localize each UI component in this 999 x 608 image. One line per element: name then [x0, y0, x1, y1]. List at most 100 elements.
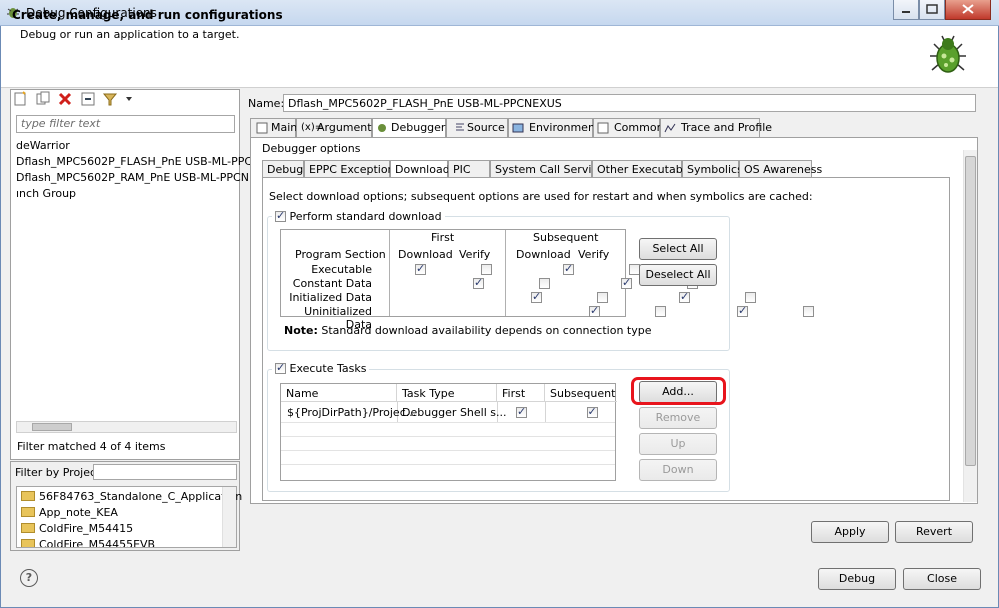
folder-icon	[21, 523, 35, 533]
row-divider	[281, 422, 615, 423]
apply-button[interactable]: Apply	[811, 521, 889, 543]
header-title: Create, manage, and run configurations	[12, 8, 283, 22]
minimize-button[interactable]	[893, 0, 919, 20]
environment-tab-icon	[512, 123, 524, 133]
debugger-tab-icon	[378, 124, 386, 132]
column-divider	[505, 230, 506, 316]
debugger-options-label: Debugger options	[262, 142, 361, 155]
subtab-os-awareness[interactable]: OS Awareness	[739, 160, 822, 178]
execute-tasks-checkbox[interactable]: Execute Tasks	[272, 361, 370, 375]
left-toolbar	[12, 91, 136, 109]
new-launch-config-icon[interactable]	[12, 91, 28, 107]
col-first-verify: Verify	[459, 248, 491, 261]
scrollbar-thumb[interactable]	[32, 423, 72, 431]
header-subtitle: Debug or run an application to a target.	[20, 28, 240, 41]
task-name-cell[interactable]: ${ProjDirPath}/Projec...	[287, 406, 416, 419]
trace-tab-icon	[664, 123, 676, 133]
section-constant-data: Constant Data	[292, 277, 372, 290]
filter-by-project-input[interactable]	[93, 464, 237, 480]
section-executable: Executable	[311, 263, 372, 276]
tree-item[interactable]: Dflash_MPC5602P_FLASH_PnE USB-ML-PPCNEX	[16, 155, 275, 168]
download-description: Select download options; subsequent opti…	[269, 190, 813, 203]
constant-first-download-checkbox[interactable]	[473, 276, 484, 289]
executable-first-download-checkbox[interactable]	[415, 262, 426, 275]
task-first-checkbox[interactable]	[516, 405, 527, 418]
uninitialized-first-download-checkbox[interactable]	[589, 304, 600, 317]
tree-item[interactable]: deWarrior	[16, 139, 70, 152]
constant-first-verify-checkbox[interactable]	[538, 278, 550, 289]
close-button[interactable]: Close	[903, 568, 981, 590]
filter-icon[interactable]	[102, 91, 118, 107]
tasks-col-task-type[interactable]: Task Type	[397, 384, 497, 402]
up-task-button[interactable]: Up	[639, 433, 717, 455]
duplicate-icon[interactable]	[35, 91, 51, 107]
uninitialized-subsequent-download-checkbox[interactable]	[737, 304, 748, 317]
initialized-subsequent-download-checkbox[interactable]	[679, 290, 690, 303]
tasks-col-name[interactable]: Name	[281, 384, 397, 402]
list-item[interactable]: ColdFire_M54455EVB	[21, 538, 155, 547]
col-first: First	[431, 231, 455, 244]
subtab-eppc-exceptions[interactable]: EPPC Exceptions	[304, 160, 400, 178]
executable-subsequent-verify-checkbox[interactable]	[628, 264, 640, 275]
main-tab-icon	[256, 122, 268, 134]
filter-input[interactable]: type filter text	[16, 115, 235, 133]
folder-icon	[21, 491, 35, 501]
project-list-scrollbar[interactable]	[222, 487, 236, 547]
subtab-debug[interactable]: Debug	[262, 160, 304, 178]
section-initialized-data: Initialized Data	[289, 291, 372, 304]
executable-first-verify-checkbox[interactable]	[480, 264, 492, 275]
subtab-system-call-services[interactable]: System Call Services	[490, 160, 610, 178]
uninitialized-subsequent-verify-checkbox[interactable]	[802, 306, 814, 317]
perform-standard-download-checkbox[interactable]: Perform standard download	[272, 209, 445, 223]
checkbox[interactable]	[275, 361, 286, 374]
col-subsequent-download: Download	[516, 248, 571, 261]
panel-scrollbar-thumb[interactable]	[965, 156, 976, 466]
remove-task-button[interactable]: Remove	[639, 407, 717, 429]
folder-icon	[21, 539, 35, 547]
subtab-pic[interactable]: PIC	[448, 160, 490, 178]
row-divider	[281, 436, 615, 437]
col-program-section: Program Section	[295, 248, 386, 261]
project-list: 56F84763_Standalone_C_Application App_no…	[16, 486, 242, 548]
revert-button[interactable]: Revert	[895, 521, 973, 543]
initialized-first-verify-checkbox[interactable]	[596, 292, 608, 303]
name-input[interactable]: Dflash_MPC5602P_FLASH_PnE USB-ML-PPCNEXU…	[283, 94, 976, 112]
source-tab-icon	[456, 123, 464, 131]
subtab-other-executables[interactable]: Other Executables	[592, 160, 698, 178]
tasks-col-first[interactable]: First	[497, 384, 545, 402]
constant-subsequent-download-checkbox[interactable]	[621, 276, 632, 289]
list-item[interactable]: App_note_KEA	[21, 506, 118, 519]
chevron-down-icon[interactable]	[125, 91, 133, 107]
list-item[interactable]: ColdFire_M54415	[21, 522, 133, 535]
subtab-symbolics[interactable]: Symbolics	[682, 160, 743, 178]
col-subsequent-verify: Verify	[578, 248, 610, 261]
initialized-first-download-checkbox[interactable]	[531, 290, 542, 303]
select-all-button[interactable]: Select All	[639, 238, 717, 260]
checkbox[interactable]	[275, 209, 286, 222]
debug-button[interactable]: Debug	[818, 568, 896, 590]
tree-item[interactable]: Dflash_MPC5602P_RAM_PnE USB-ML-PPCNEXU	[16, 171, 272, 184]
maximize-button[interactable]	[919, 0, 945, 20]
filter-by-project-label: Filter by Project:	[15, 466, 105, 479]
delete-icon[interactable]	[57, 91, 73, 107]
collapse-all-icon[interactable]	[80, 91, 96, 107]
uninitialized-first-verify-checkbox[interactable]	[654, 306, 666, 317]
highlight-annotation	[631, 377, 726, 405]
list-item[interactable]: 56F84763_Standalone_C_Application	[21, 490, 242, 503]
col-first-download: Download	[398, 248, 453, 261]
task-type-cell[interactable]: Debugger Shell s...	[402, 406, 507, 419]
initialized-subsequent-verify-checkbox[interactable]	[744, 292, 756, 303]
executable-subsequent-download-checkbox[interactable]	[563, 262, 574, 275]
close-window-button[interactable]	[945, 0, 991, 20]
task-subsequent-checkbox[interactable]	[586, 405, 598, 418]
down-task-button[interactable]: Down	[639, 459, 717, 481]
tasks-col-subsequent[interactable]: Subsequent	[545, 384, 617, 402]
name-label: Name:	[248, 97, 285, 110]
bug-icon	[930, 35, 966, 73]
deselect-all-button[interactable]: Deselect All	[639, 264, 717, 286]
tree-item[interactable]: ınch Group	[16, 187, 76, 200]
download-note: Note: Standard download availability dep…	[284, 324, 652, 337]
common-tab-icon	[597, 122, 609, 134]
column-divider	[545, 402, 546, 422]
help-icon[interactable]: ?	[20, 569, 38, 587]
